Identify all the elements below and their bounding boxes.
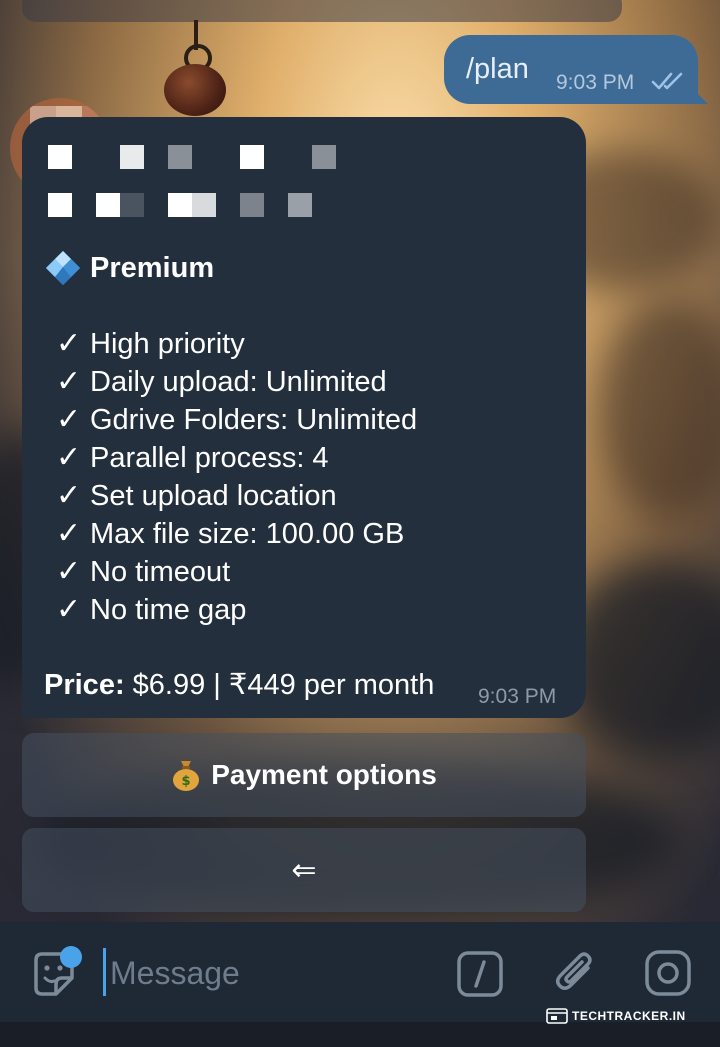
check-icon: ✓ [56,517,82,550]
feature-list: ✓ High priority ✓ Daily upload: Unlimited … [56,325,417,629]
watermark: TECHTRACKER.IN [546,1008,686,1024]
camera-icon[interactable] [644,949,692,997]
outgoing-message-time: 9:03 PM [556,71,635,94]
check-icon: ✓ [56,327,82,360]
feature-item: ✓ Gdrive Folders: Unlimited [56,401,417,439]
check-icon: ✓ [56,441,82,474]
double-check-icon [651,72,683,90]
previous-message-edge [22,0,622,22]
check-icon: ✓ [56,555,82,588]
price-label: Price: [44,669,125,701]
check-icon: ✓ [56,403,82,436]
back-button[interactable]: ⇐ [22,828,586,912]
feature-item: ✓ Max file size: 100.00 GB [56,515,417,553]
check-icon: ✓ [56,479,82,512]
text-caret [103,948,106,996]
feature-item: ✓ No timeout [56,553,417,591]
price-value: $6.99 | ₹449 per month [132,669,435,701]
outgoing-message-text: /plan [466,53,529,85]
feature-item: ✓ Parallel process: 4 [56,439,417,477]
money-bag-icon: $ [173,761,200,791]
check-icon: ✓ [56,365,82,398]
price-line: Price: $6.99 | ₹449 per month [44,667,434,702]
payment-options-button[interactable]: $ Payment options [22,733,586,817]
paperclip-icon[interactable] [554,948,598,998]
plan-title-row: Premium [44,249,214,287]
plan-message-bubble[interactable]: Premium ✓ High priority ✓ Daily upload: Un… [22,117,586,718]
plan-name: Premium [90,251,215,284]
chat-screen: /plan 9:03 PM Premium ✓ High priority ✓ … [0,0,720,1047]
browser-window-icon [546,1008,568,1024]
diamond-icon [46,251,80,285]
feature-item: ✓ Daily upload: Unlimited [56,363,417,401]
bot-command-icon[interactable] [456,950,504,998]
feature-item: ✓ High priority [56,325,417,363]
notification-dot [60,946,82,968]
watermark-text: TECHTRACKER.IN [572,1009,686,1023]
message-input[interactable] [108,950,432,996]
feature-item: ✓ No time gap [56,591,417,629]
wallpaper-ornament [160,20,232,116]
svg-text:$: $ [182,774,191,789]
back-arrow-icon: ⇐ [291,852,317,888]
payment-options-label: Payment options [211,759,437,790]
message-input-bar [0,922,720,1022]
feature-item: ✓ Set upload location [56,477,417,515]
incoming-message-time: 9:03 PM [478,685,557,708]
outgoing-message-bubble[interactable]: /plan 9:03 PM [444,35,708,104]
navigation-strip [0,1022,720,1047]
check-icon: ✓ [56,593,82,626]
